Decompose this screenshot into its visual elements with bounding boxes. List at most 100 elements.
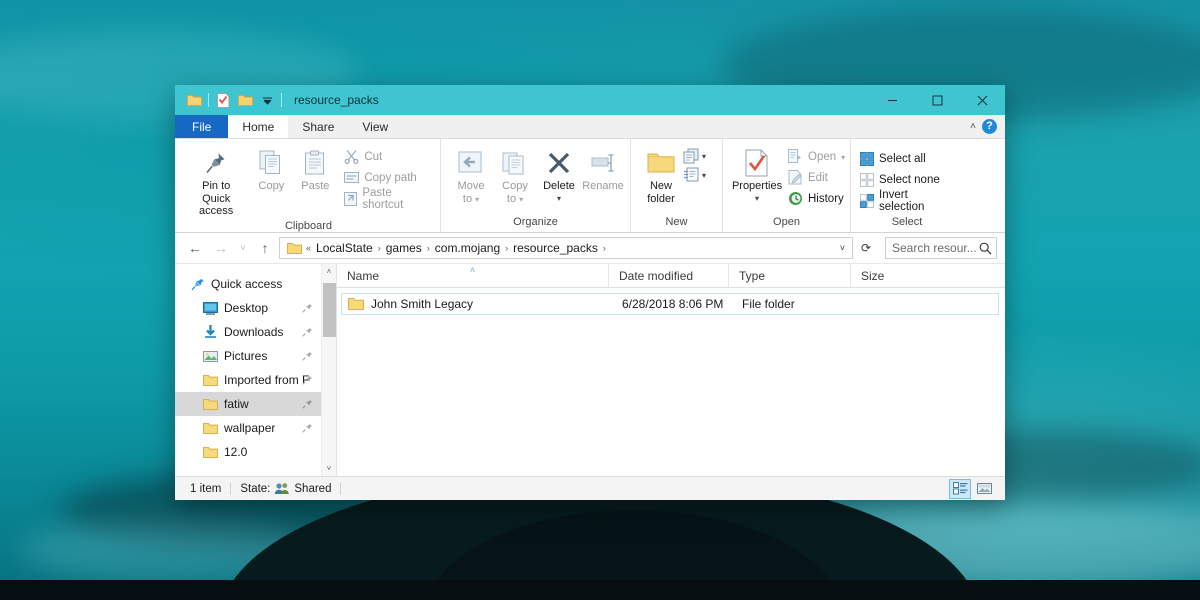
easy-access-button[interactable]: ▾ xyxy=(683,167,706,183)
copy-path-button[interactable]: Copy path xyxy=(341,167,434,188)
open-label: Open xyxy=(808,151,836,163)
column-header-size[interactable]: Size xyxy=(851,264,1005,288)
details-view-button[interactable] xyxy=(949,479,971,499)
sidebar-item-wallpaper[interactable]: wallpaper xyxy=(175,416,321,440)
new-folder-button[interactable]: New folder xyxy=(639,144,683,207)
forward-arrow-icon[interactable]: → xyxy=(209,237,233,259)
paste-shortcut-icon xyxy=(344,191,357,206)
scroll-down-button[interactable]: ˅ xyxy=(322,461,337,476)
breadcrumb-item-com-mojang[interactable]: com.mojang xyxy=(431,241,504,255)
pin-icon[interactable] xyxy=(302,303,313,314)
open-button[interactable]: Open ▾ xyxy=(785,146,848,167)
properties-icon[interactable] xyxy=(212,89,234,111)
maximize-button[interactable] xyxy=(915,85,960,115)
new-folder-icon xyxy=(647,146,675,180)
sidebar-item-pictures[interactable]: Pictures xyxy=(175,344,321,368)
chevron-down-icon[interactable]: ▾ xyxy=(702,171,706,180)
chevron-down-icon[interactable]: ▾ xyxy=(702,152,706,161)
edit-button[interactable]: Edit xyxy=(785,167,848,188)
tab-view[interactable]: View xyxy=(348,115,402,138)
pin-icon[interactable] xyxy=(302,375,313,386)
chevron-down-icon[interactable]: ▾ xyxy=(755,194,759,203)
back-arrow-icon[interactable]: ← xyxy=(183,237,207,259)
breadcrumb-overflow[interactable]: « xyxy=(305,243,312,253)
qat-separator xyxy=(281,93,282,107)
history-button[interactable]: History xyxy=(785,188,848,209)
tab-file[interactable]: File xyxy=(175,115,228,138)
select-none-button[interactable]: Select none xyxy=(857,169,957,190)
scroll-up-button[interactable]: ˄ xyxy=(322,264,337,279)
copy-to-button[interactable]: Copy to ▾ xyxy=(493,144,537,207)
sidebar-item-quick-access[interactable]: Quick access xyxy=(175,272,321,296)
minimize-button[interactable] xyxy=(870,85,915,115)
navigation-pane-scrollbar[interactable]: ˄ ˅ xyxy=(321,264,336,476)
large-icons-view-button[interactable] xyxy=(973,479,995,499)
chevron-down-icon[interactable]: ▾ xyxy=(557,194,561,203)
search-input[interactable]: Search resour... xyxy=(885,237,997,259)
sidebar-item-label: 12.0 xyxy=(224,445,247,459)
breadcrumb-separator[interactable]: › xyxy=(602,243,607,253)
sidebar-item-label: Pictures xyxy=(224,349,267,363)
refresh-icon[interactable]: ⟳ xyxy=(855,241,877,255)
sidebar-item-fatiw[interactable]: fatiw xyxy=(175,392,321,416)
chevron-up-icon[interactable]: ˄ xyxy=(970,121,976,132)
pin-icon[interactable] xyxy=(302,399,313,410)
properties-button[interactable]: Properties ▾ xyxy=(729,144,785,205)
scissors-icon xyxy=(344,149,359,164)
paste-button[interactable]: Paste xyxy=(293,144,337,195)
pin-icon[interactable] xyxy=(302,423,313,434)
ribbon-group-label-open: Open xyxy=(723,216,850,232)
new-folder-icon[interactable] xyxy=(234,89,256,111)
chevron-down-icon[interactable]: ▾ xyxy=(841,153,845,162)
shared-users-icon xyxy=(274,482,290,495)
move-to-button[interactable]: Move to ▾ xyxy=(449,144,493,207)
system-menu-folder-icon[interactable] xyxy=(183,89,205,111)
ground-silhouette xyxy=(0,580,1200,600)
sidebar-item-label: Quick access xyxy=(211,277,282,291)
pin-to-quick-access-button[interactable]: Pin to Quick access xyxy=(183,144,249,220)
pin-icon[interactable] xyxy=(302,327,313,338)
select-all-button[interactable]: Select all xyxy=(857,148,957,169)
breadcrumb[interactable]: « LocalState › games › com.mojang › reso… xyxy=(279,237,853,259)
table-row[interactable]: John Smith Legacy 6/28/2018 8:06 PM File… xyxy=(341,293,999,315)
pin-icon[interactable] xyxy=(302,351,313,362)
column-header-date-modified[interactable]: Date modified xyxy=(609,264,729,288)
sidebar-item-desktop[interactable]: Desktop xyxy=(175,296,321,320)
column-header-name[interactable]: ˄ Name xyxy=(337,264,609,288)
title-bar[interactable]: resource_packs xyxy=(175,85,1005,115)
chevron-down-icon[interactable]: ▾ xyxy=(519,195,523,204)
recent-locations-icon[interactable]: ˅ xyxy=(235,237,251,259)
qat-separator xyxy=(208,93,209,107)
invert-selection-button[interactable]: Invert selection xyxy=(857,190,957,211)
delete-button[interactable]: Delete ▾ xyxy=(537,144,581,205)
sidebar-item-downloads[interactable]: Downloads xyxy=(175,320,321,344)
column-header-type[interactable]: Type xyxy=(729,264,851,288)
breadcrumb-item-games[interactable]: games xyxy=(382,241,426,255)
scrollbar-track[interactable] xyxy=(322,279,337,461)
tab-home[interactable]: Home xyxy=(228,115,288,138)
breadcrumb-dropdown-icon[interactable]: ˅ xyxy=(835,243,850,253)
sidebar-item-12-0[interactable]: 12.0 xyxy=(175,440,321,464)
new-item-button[interactable]: ▾ xyxy=(683,148,706,164)
copy-button[interactable]: Copy xyxy=(249,144,293,195)
rename-button[interactable]: Rename xyxy=(581,144,625,195)
search-icon[interactable] xyxy=(979,242,992,255)
customize-qat-icon[interactable] xyxy=(256,89,278,111)
sidebar-item-imported-from-f[interactable]: Imported from F xyxy=(175,368,321,392)
properties-label: Properties xyxy=(732,180,782,193)
paste-shortcut-label: Paste shortcut xyxy=(362,187,431,211)
scrollbar-thumb[interactable] xyxy=(323,283,336,337)
help-icon[interactable]: ? xyxy=(982,119,997,134)
move-to-icon xyxy=(458,146,484,180)
folder-icon xyxy=(203,374,218,387)
breadcrumb-item-localstate[interactable]: LocalState xyxy=(312,241,377,255)
paste-shortcut-button[interactable]: Paste shortcut xyxy=(341,188,434,209)
close-button[interactable] xyxy=(960,85,1005,115)
chevron-down-icon[interactable]: ▾ xyxy=(475,195,479,204)
cut-button[interactable]: Cut xyxy=(341,146,434,167)
breadcrumb-item-resource-packs[interactable]: resource_packs xyxy=(509,241,602,255)
tab-share[interactable]: Share xyxy=(288,115,348,138)
new-item-icon xyxy=(683,148,700,164)
up-arrow-icon[interactable]: ↑ xyxy=(253,237,277,259)
status-separator xyxy=(340,483,341,495)
